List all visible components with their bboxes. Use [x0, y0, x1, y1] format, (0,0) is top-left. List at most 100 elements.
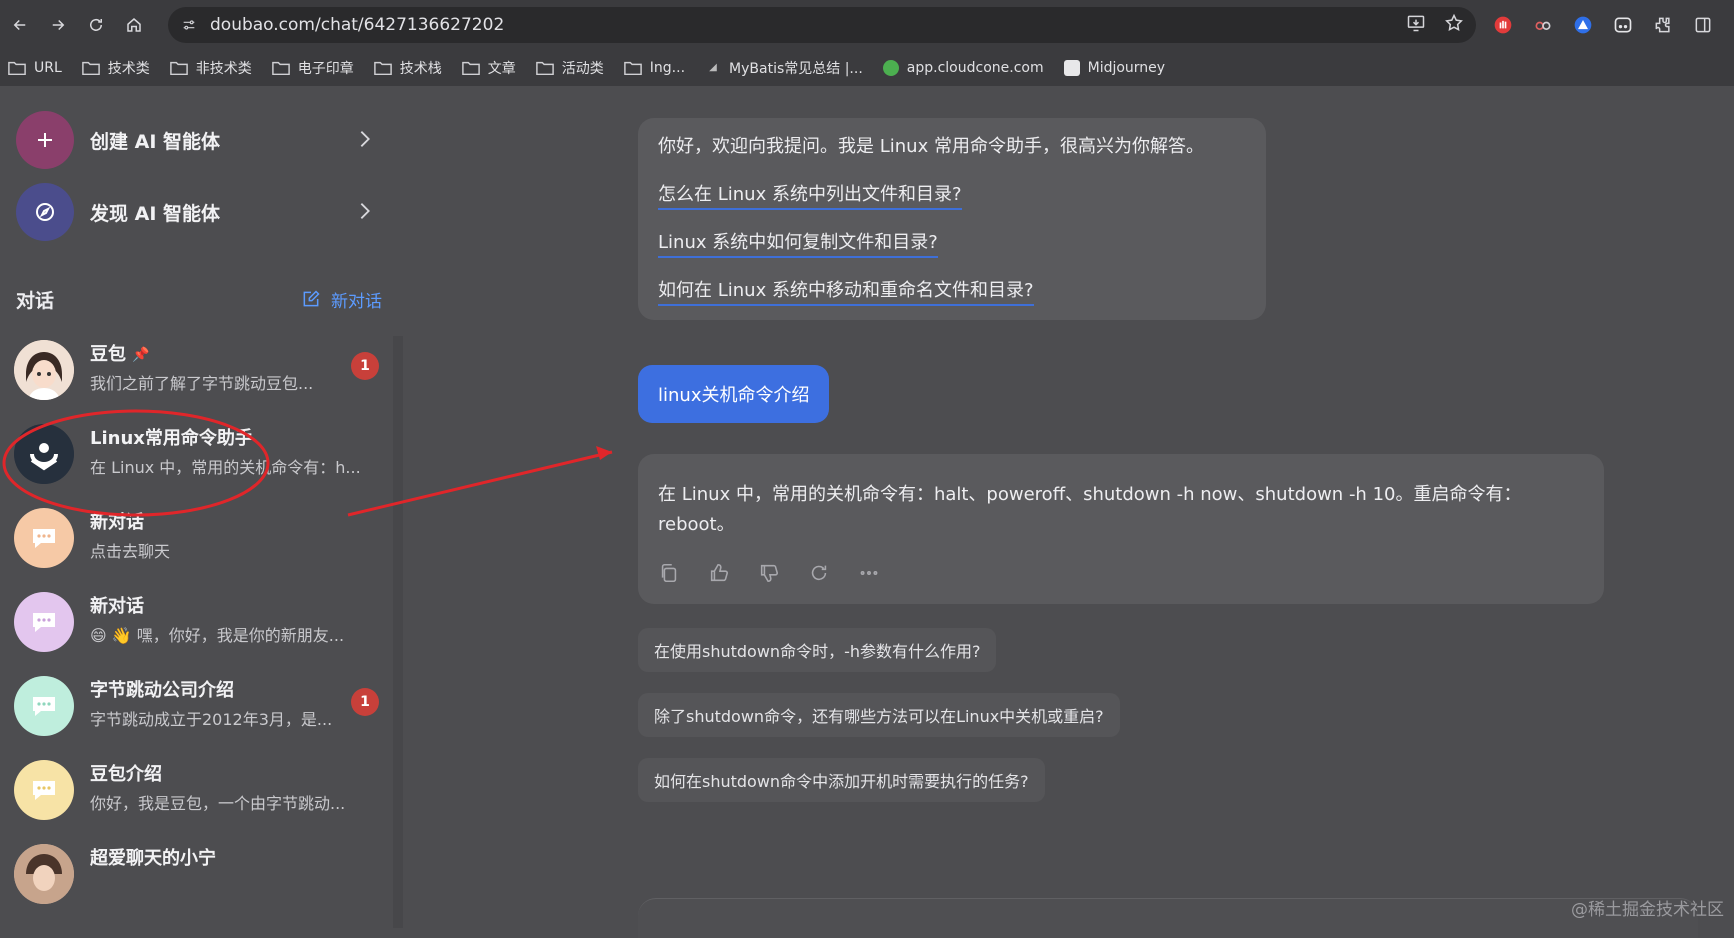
conversation-title: Linux常用命令助手 [90, 424, 253, 450]
conversation-preview: 😄 👋 嘿，你好，我是你的新朋友... [90, 622, 380, 646]
answer-text: 在 Linux 中，常用的关机命令有：halt、poweroff、shutdow… [658, 480, 1548, 540]
dislike-button[interactable] [758, 562, 782, 586]
site-icon [1064, 60, 1080, 76]
conversation-item[interactable]: 豆包📌 我们之前了解了字节跳动豆包... 1 [14, 332, 384, 416]
bookmark-star-icon[interactable] [1444, 13, 1464, 33]
reload-icon [87, 16, 105, 34]
back-button[interactable] [2, 7, 38, 43]
conversation-preview: 我们之前了解了字节跳动豆包... [90, 370, 380, 394]
home-icon [125, 16, 143, 34]
sidebar: 创建 AI 智能体 发现 AI 智能体 对话 新对话 豆包📌 我们之前了解了字节… [0, 86, 400, 928]
copy-button[interactable] [658, 562, 682, 586]
reload-button[interactable] [78, 7, 114, 43]
discover-agent-label: 发现 AI 智能体 [90, 199, 220, 226]
extension-red-hand-icon[interactable] [1490, 12, 1516, 38]
regenerate-button[interactable] [808, 562, 832, 586]
follow-up-suggestion[interactable]: 除了shutdown命令，还有哪些方法可以在Linux中关机或重启? [638, 693, 1120, 737]
conversation-item[interactable]: 新对话 点击去聊天 [14, 500, 384, 584]
conversation-item[interactable]: 超爱聊天的小宁 [14, 836, 384, 920]
bookmark-folder-seal[interactable]: 电子印章 [272, 58, 354, 78]
answer-message: 在 Linux 中，常用的关机命令有：halt、poweroff、shutdow… [638, 454, 1604, 604]
forward-button[interactable] [40, 7, 76, 43]
conversation-title: 豆包📌 [90, 340, 149, 366]
create-agent-button[interactable]: 创建 AI 智能体 [16, 108, 386, 172]
conversation-item[interactable]: 豆包介绍 你好，我是豆包，一个由字节跳动... [14, 752, 384, 836]
bookmark-folder-url[interactable]: URL [8, 60, 62, 76]
compass-icon [16, 183, 74, 241]
plus-icon [16, 111, 74, 169]
folder-icon [536, 60, 554, 76]
folder-icon [170, 60, 188, 76]
conversation-preview: 字节跳动成立于2012年3月，是... [90, 706, 380, 730]
conversation-title: 超爱聊天的小宁 [90, 844, 216, 870]
folder-icon [8, 60, 26, 76]
conversation-title: 豆包介绍 [90, 760, 162, 786]
bookmark-folder-events[interactable]: 活动类 [536, 58, 604, 78]
address-bar[interactable]: doubao.com/chat/6427136627202 [168, 7, 1476, 43]
extension-blue-triangle-icon[interactable] [1570, 12, 1596, 38]
extension-glasses-icon[interactable] [1530, 12, 1556, 38]
thumbs-up-icon [708, 562, 730, 584]
extensions-puzzle-icon[interactable] [1650, 12, 1676, 38]
avatar [14, 424, 74, 484]
conversation-preview: 在 Linux 中，常用的关机命令有：h... [90, 454, 380, 478]
watermark: @稀土掘金技术社区 [1571, 895, 1724, 920]
more-button[interactable] [858, 562, 882, 586]
suggested-question[interactable]: Linux 系统中如何复制文件和目录? [658, 228, 938, 258]
bookmark-folder-articles[interactable]: 文章 [462, 58, 516, 78]
conversation-preview: 点击去聊天 [90, 538, 380, 562]
browser-toolbar: doubao.com/chat/6427136627202 [0, 0, 1734, 50]
refresh-icon [808, 562, 830, 584]
install-app-icon[interactable] [1406, 13, 1426, 33]
folder-icon [82, 60, 100, 76]
welcome-message: 你好，欢迎向我提问。我是 Linux 常用命令助手，很高兴为你解答。 怎么在 L… [638, 118, 1266, 320]
message-input[interactable] [638, 898, 1698, 938]
chat-bubble-icon [14, 760, 74, 820]
chevron-right-icon [356, 200, 376, 224]
bookmark-folder-tech[interactable]: 技术类 [82, 58, 150, 78]
conversation-title: 新对话 [90, 592, 144, 618]
like-button[interactable] [708, 562, 732, 586]
folder-icon [462, 60, 480, 76]
greeting-text: 你好，欢迎向我提问。我是 Linux 常用命令助手，很高兴为你解答。 [658, 132, 1204, 158]
conversation-title: 字节跳动公司介绍 [90, 676, 234, 702]
bookmark-folder-ing[interactable]: Ing... [624, 60, 685, 76]
arrow-right-icon [49, 16, 67, 34]
section-title: 对话 [16, 286, 54, 313]
site-icon: ◢ [705, 60, 721, 76]
bookmark-midjourney[interactable]: Midjourney [1064, 60, 1165, 76]
home-button[interactable] [116, 7, 152, 43]
site-info-icon[interactable] [174, 10, 204, 40]
bookmark-cloudcone[interactable]: app.cloudcone.com [883, 60, 1044, 76]
new-chat-button[interactable]: 新对话 [301, 287, 382, 312]
bookmark-mybatis[interactable]: ◢ MyBatis常见总结 |... [705, 58, 863, 78]
folder-icon [624, 60, 642, 76]
conversation-section-header: 对话 新对话 [16, 282, 382, 316]
unread-badge: 1 [351, 352, 379, 380]
unread-badge: 1 [351, 688, 379, 716]
side-panel-icon[interactable] [1690, 12, 1716, 38]
conversation-item[interactable]: 新对话 😄 👋 嘿，你好，我是你的新朋友... [14, 584, 384, 668]
follow-up-suggestion[interactable]: 如何在shutdown命令中添加开机时需要执行的任务? [638, 758, 1045, 802]
arrow-left-icon [11, 16, 29, 34]
thumbs-down-icon [758, 562, 780, 584]
bookmark-folder-stack[interactable]: 技术栈 [374, 58, 442, 78]
conversation-item[interactable]: 字节跳动公司介绍 字节跳动成立于2012年3月，是... 1 [14, 668, 384, 752]
suggested-question[interactable]: 怎么在 Linux 系统中列出文件和目录? [658, 180, 962, 210]
bookmark-folder-nontech[interactable]: 非技术类 [170, 58, 252, 78]
extensions-area [1490, 12, 1716, 38]
chevron-right-icon [356, 128, 376, 152]
url-text[interactable]: doubao.com/chat/6427136627202 [210, 15, 504, 35]
chat-bubble-icon [14, 676, 74, 736]
chat-bubble-icon [14, 592, 74, 652]
conversation-title: 新对话 [90, 508, 144, 534]
suggested-question[interactable]: 如何在 Linux 系统中移动和重命名文件和目录? [658, 276, 1034, 306]
bookmarks-bar: URL 技术类 非技术类 电子印章 技术栈 文章 活动类 Ing... ◢ My… [0, 50, 1734, 86]
discover-agent-button[interactable]: 发现 AI 智能体 [16, 180, 386, 244]
conversation-item-linux-helper[interactable]: Linux常用命令助手 在 Linux 中，常用的关机命令有：h... [14, 416, 384, 500]
follow-up-suggestion[interactable]: 在使用shutdown命令时，-h参数有什么作用? [638, 628, 996, 672]
site-icon [883, 60, 899, 76]
edit-icon [301, 289, 321, 309]
user-message: linux关机命令介绍 [638, 365, 829, 423]
extension-mask-icon[interactable] [1610, 12, 1636, 38]
